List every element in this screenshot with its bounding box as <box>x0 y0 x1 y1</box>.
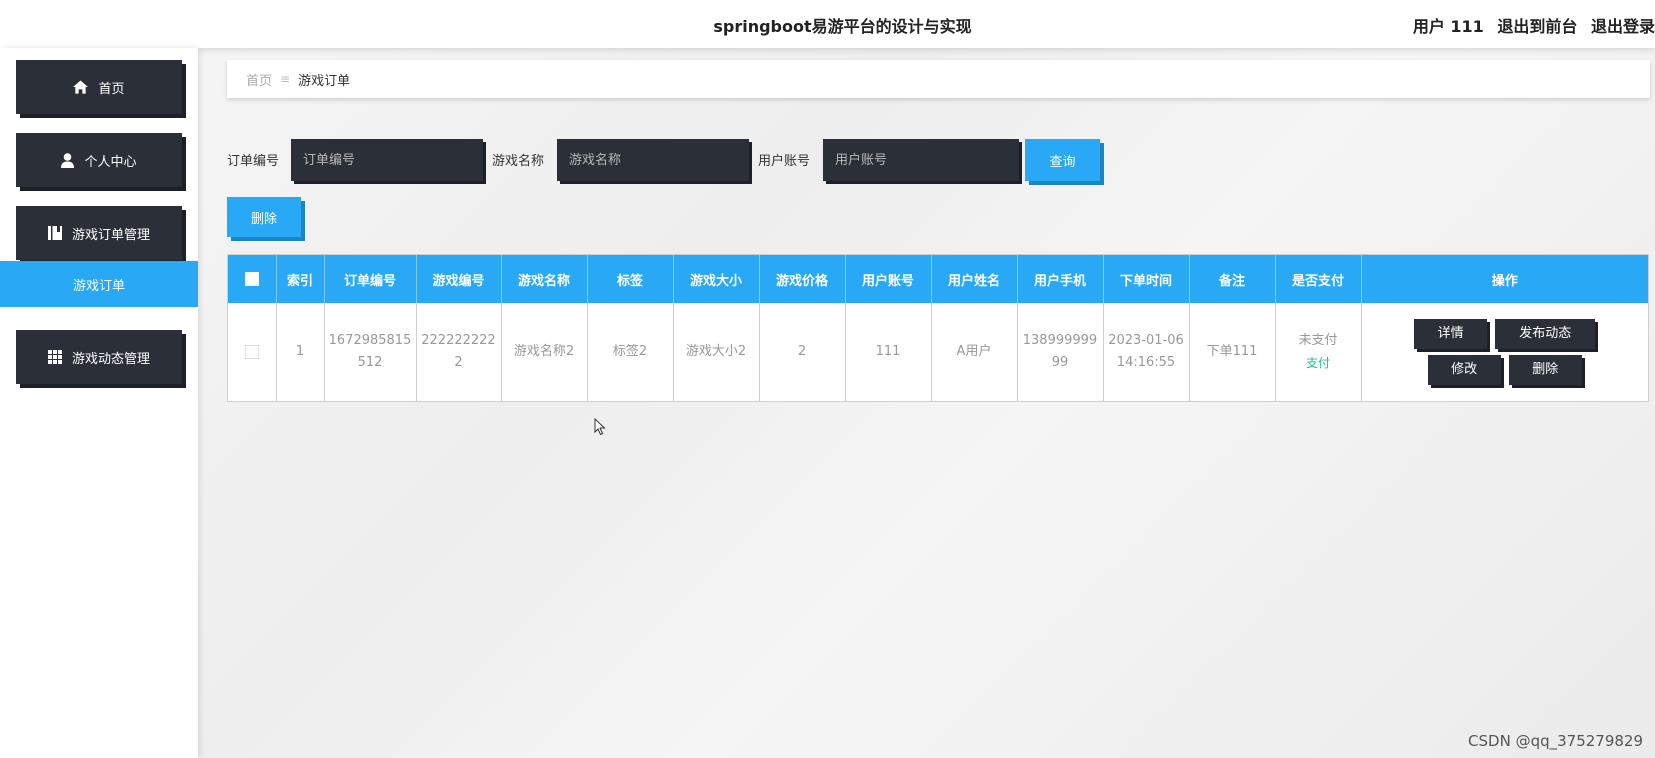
column-header: 游戏大小 <box>673 255 760 303</box>
column-header: 标签 <box>587 255 674 303</box>
sidebar-item-profile[interactable]: 个人中心 <box>16 133 182 187</box>
column-header: 备注 <box>1189 255 1276 303</box>
current-user-label: 用户 111 <box>1412 17 1484 36</box>
sidebar-item-label: 游戏订单管理 <box>71 227 150 243</box>
cell-user-name: A用户 <box>931 303 1018 401</box>
detail-button[interactable]: 详情 <box>1414 319 1488 349</box>
cell-order-no: 1672985815512 <box>324 303 417 401</box>
paid-status-text: 未支付 <box>1298 333 1338 348</box>
cell-actions: 详情 发布动态 修改 删除 <box>1361 303 1648 401</box>
cell-index: 1 <box>276 303 325 401</box>
select-all-checkbox[interactable] <box>244 272 259 286</box>
column-header: 游戏编号 <box>416 255 502 303</box>
cell-tag: 标签2 <box>587 303 674 401</box>
cell-phone: 13899999999 <box>1017 303 1104 401</box>
sidebar: 首页 个人中心 游戏订单管理 游戏订单 游戏动态管理 <box>0 48 198 758</box>
header-select-all[interactable] <box>228 255 277 303</box>
cell-order-time: 2023-01-06 14:16:55 <box>1103 303 1190 401</box>
cell-game-no: 2222222222 <box>416 303 502 401</box>
column-header: 下单时间 <box>1103 255 1190 303</box>
row-checkbox[interactable] <box>244 344 259 359</box>
home-icon <box>73 80 89 94</box>
column-header: 订单编号 <box>324 255 417 303</box>
user-area: 用户 111 退出到前台 退出登录 <box>1405 13 1655 37</box>
column-header: 用户姓名 <box>931 255 1018 303</box>
sidebar-item-label: 首页 <box>98 81 125 97</box>
publish-news-button[interactable]: 发布动态 <box>1495 319 1596 349</box>
sidebar-item-label: 个人中心 <box>84 154 137 170</box>
cell-game-size: 游戏大小2 <box>673 303 760 401</box>
orders-table: 索引 订单编号 游戏编号 游戏名称 标签 游戏大小 游戏价格 用户账号 用户姓名… <box>227 254 1649 402</box>
pay-link[interactable]: 支付 <box>1280 352 1357 374</box>
delete-button[interactable]: 删除 <box>1508 355 1582 385</box>
sidebar-item-order-management[interactable]: 游戏订单管理 <box>16 206 182 260</box>
sidebar-item-label: 游戏动态管理 <box>71 351 150 367</box>
account-input[interactable] <box>823 139 1019 181</box>
edit-button[interactable]: 修改 <box>1427 355 1501 385</box>
back-to-front-link[interactable]: 退出到前台 <box>1497 17 1577 36</box>
order-no-label: 订单编号 <box>227 154 280 169</box>
breadcrumb-home[interactable]: 首页 <box>246 70 272 89</box>
table-row: 1 1672985815512 2222222222 游戏名称2 标签2 游戏大… <box>228 303 1648 401</box>
logout-link[interactable]: 退出登录 <box>1591 17 1655 36</box>
column-header: 操作 <box>1361 255 1648 303</box>
breadcrumb-current: 游戏订单 <box>298 73 351 89</box>
game-name-input[interactable] <box>557 139 749 181</box>
cell-price: 2 <box>759 303 846 401</box>
game-name-label: 游戏名称 <box>492 154 545 169</box>
account-label: 用户账号 <box>758 154 811 169</box>
sidebar-item-home[interactable]: 首页 <box>16 60 182 114</box>
row-select-cell <box>228 303 277 401</box>
grid-icon <box>47 350 62 364</box>
column-header: 用户账号 <box>845 255 932 303</box>
column-header: 是否支付 <box>1275 255 1362 303</box>
user-icon <box>61 152 75 168</box>
cell-paid-status: 未支付 支付 <box>1275 303 1362 401</box>
breadcrumb: 首页 ≡ 游戏订单 <box>227 60 1650 98</box>
mouse-cursor-icon <box>594 418 606 436</box>
cell-game-name: 游戏名称2 <box>501 303 588 401</box>
table-header-row: 索引 订单编号 游戏编号 游戏名称 标签 游戏大小 游戏价格 用户账号 用户姓名… <box>228 255 1648 303</box>
sidebar-item-game-news-management[interactable]: 游戏动态管理 <box>16 330 182 384</box>
cell-account: 111 <box>845 303 932 401</box>
watermark: CSDN @qq_375279829 <box>1468 732 1643 750</box>
column-header: 游戏价格 <box>759 255 846 303</box>
order-no-input[interactable] <box>291 139 483 181</box>
sidebar-subitem-label: 游戏订单 <box>72 278 125 294</box>
cell-remark: 下单111 <box>1189 303 1276 401</box>
column-header: 索引 <box>276 255 325 303</box>
sidebar-subitem-game-orders[interactable]: 游戏订单 <box>0 261 198 307</box>
breadcrumb-separator-icon: ≡ <box>280 72 291 86</box>
column-header: 游戏名称 <box>501 255 588 303</box>
column-header: 用户手机 <box>1017 255 1104 303</box>
batch-delete-button[interactable]: 删除 <box>227 197 301 237</box>
query-button[interactable]: 查询 <box>1025 139 1100 181</box>
top-header: springboot易游平台的设计与实现 用户 111 退出到前台 退出登录 <box>0 0 1655 48</box>
book-icon <box>47 226 62 240</box>
